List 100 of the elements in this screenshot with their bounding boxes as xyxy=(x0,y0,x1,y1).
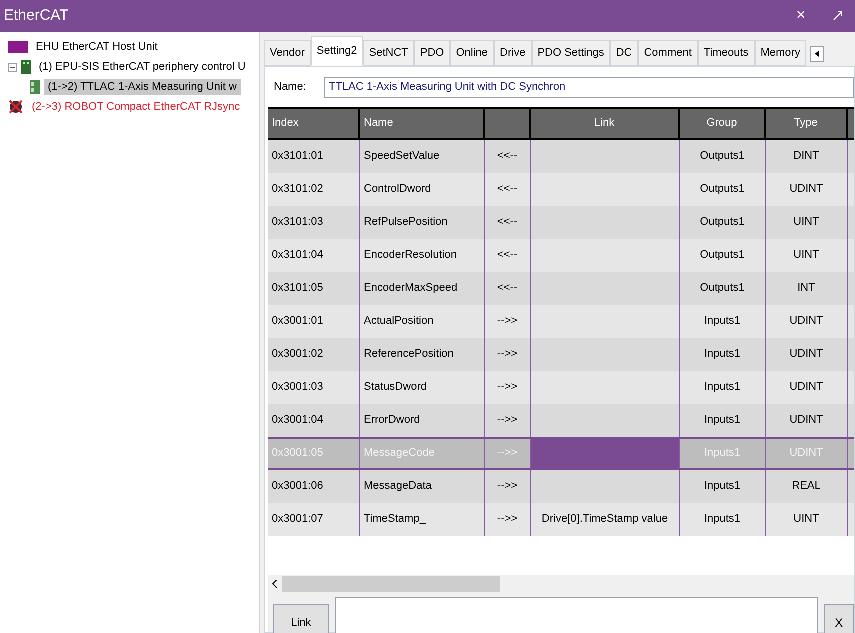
clear-button[interactable]: X xyxy=(824,604,854,633)
table-cell-text: Inputs1 xyxy=(704,479,741,494)
column-header[interactable]: Name xyxy=(360,109,485,138)
scroll-left-icon[interactable] xyxy=(272,580,278,588)
robot-icon xyxy=(8,100,24,114)
table-cell-text: 0x3001:07 xyxy=(272,512,324,528)
table-cell-text: StatusDword xyxy=(364,380,427,396)
table-cell-text: EncoderMaxSpeed xyxy=(364,281,458,296)
table-cell-text: Inputs1 xyxy=(704,512,741,528)
table-cell-text: Outputs1 xyxy=(700,281,745,296)
table-cell-text: 0x3001:06 xyxy=(272,479,324,494)
table-cell-text: DINT xyxy=(794,149,820,164)
table-row[interactable]: 0x3001:03 StatusDword -->> Inputs1 UDINT xyxy=(268,371,854,404)
table-cell-text: 0x3101:05 xyxy=(272,281,324,296)
table-cell-text: 0x3001:04 xyxy=(272,413,324,428)
table-row[interactable]: 0x3101:02 ControlDword <<-- Outputs1 UDINT xyxy=(268,173,854,206)
table-cell-text: UINT xyxy=(794,512,820,528)
table-cell-text: -->> xyxy=(497,380,518,396)
tree-item[interactable]: (1) EPU-SIS EtherCAT periphery control U xyxy=(35,58,250,76)
tab[interactable]: Vendor xyxy=(264,40,311,66)
tab[interactable]: PDO xyxy=(414,40,450,66)
tab[interactable]: Timeouts xyxy=(698,40,755,66)
table-cell-text: -->> xyxy=(497,512,518,528)
table-cell-text: Inputs1 xyxy=(704,314,741,330)
tree-item[interactable]: EHU EtherCAT Host Unit xyxy=(32,38,162,56)
close-button[interactable]: × xyxy=(781,0,821,32)
link-text-field[interactable] xyxy=(335,597,818,633)
tab[interactable]: Memory xyxy=(754,40,806,66)
table-cell-text: UDINT xyxy=(790,347,824,362)
table-cell-text: Inputs1 xyxy=(704,347,741,362)
tab[interactable]: Comment xyxy=(638,40,698,66)
name-field[interactable]: TTLAC 1-Axis Measuring Unit with DC Synchron xyxy=(324,76,854,98)
host-icon xyxy=(8,41,28,53)
table-cell-text: SpeedSetValue xyxy=(364,149,440,164)
table-cell-text: 0x3101:03 xyxy=(272,215,324,230)
scroll-left-icon xyxy=(815,51,820,57)
name-label: Name: xyxy=(273,80,308,95)
tab[interactable]: Setting2 xyxy=(310,36,364,66)
table-row[interactable]: 0x3001:02 ReferencePosition -->> Inputs1 UDINT xyxy=(268,338,854,371)
collapse-icon[interactable] xyxy=(8,62,17,72)
table-cell-text: EncoderResolution xyxy=(364,248,457,264)
table-cell-text: Outputs1 xyxy=(700,248,745,264)
module-icon xyxy=(30,80,40,94)
table-cell-text: 0x3101:02 xyxy=(272,182,324,198)
table-cell-text: Inputs1 xyxy=(704,413,741,428)
table-cell-text: 0x3101:01 xyxy=(272,149,324,164)
table-row[interactable]: 0x3001:06 MessageData -->> Inputs1 REAL xyxy=(268,470,854,503)
table-cell-text: -->> xyxy=(497,347,518,362)
table-cell-text: TimeStamp_ xyxy=(364,512,426,528)
table-row[interactable]: 0x3001:01 ActualPosition -->> Inputs1 UDINT xyxy=(268,305,854,338)
table-cell-text: RefPulsePosition xyxy=(364,215,448,230)
resize-icon[interactable] xyxy=(833,11,843,21)
table-cell-text: INT xyxy=(798,281,816,296)
table-row[interactable]: 0x3001:07 TimeStamp_ -->> Drive[0].TimeStamp value Inputs1 UINT xyxy=(268,503,854,536)
column-header[interactable]: Index xyxy=(268,109,360,138)
window-title: EtherCAT xyxy=(3,6,70,26)
tab[interactable]: Drive xyxy=(494,40,532,66)
table-cell-text: -->> xyxy=(497,314,518,330)
table-cell-text: UINT xyxy=(794,248,820,264)
scroll-left-button[interactable] xyxy=(810,46,824,62)
table-cell-text: UDINT xyxy=(790,413,824,428)
link-button[interactable]: Link xyxy=(273,604,330,633)
table-cell-text: -->> xyxy=(497,479,518,494)
table-row[interactable]: 0x3101:04 EncoderResolution <<-- Outputs1 UINT xyxy=(268,239,854,272)
table-cell-text: 0x3101:04 xyxy=(272,248,324,264)
table-cell-text: Outputs1 xyxy=(700,182,745,198)
scrollbar-thumb[interactable] xyxy=(282,576,500,592)
table-cell-text: 0x3001:02 xyxy=(272,347,324,362)
tree-item[interactable]: (2->3) ROBOT Compact EtherCAT RJsync xyxy=(28,98,244,116)
table-row[interactable]: 0x3101:01 SpeedSetValue <<-- Outputs1 DINT xyxy=(268,140,854,173)
horizontal-scrollbar[interactable] xyxy=(268,575,854,592)
device-icon xyxy=(21,60,31,74)
table-cell-text: ControlDword xyxy=(364,182,432,198)
table-cell-text: MessageData xyxy=(364,479,432,494)
table-cell-text: UDINT xyxy=(790,182,824,198)
table-cell-text: <<-- xyxy=(497,281,518,296)
table-cell-text: UINT xyxy=(794,215,820,230)
tree-item[interactable]: (1->2) TTLAC 1-Axis Measuring Unit w xyxy=(44,78,241,96)
table-cell-text: UDINT xyxy=(790,380,824,396)
tab[interactable]: DC xyxy=(610,40,638,66)
column-header[interactable]: Group xyxy=(680,109,766,138)
table-cell-text: ErrorDword xyxy=(364,413,420,428)
tab[interactable]: SetNCT xyxy=(363,40,414,66)
table-cell-text: ReferencePosition xyxy=(364,347,454,362)
table-row[interactable]: 0x3101:05 EncoderMaxSpeed <<-- Outputs1 INT xyxy=(268,272,854,305)
table-cell-text: Inputs1 xyxy=(704,380,741,396)
table-row[interactable]: 0x3101:03 RefPulsePosition <<-- Outputs1 UINT xyxy=(268,206,854,239)
table-cell-text: 0x3001:01 xyxy=(272,314,324,330)
table-cell-text: Drive[0].TimeStamp value xyxy=(542,512,668,528)
table-cell-text: <<-- xyxy=(497,248,518,264)
table-row[interactable]: 0x3001:04 ErrorDword -->> Inputs1 UDINT xyxy=(268,404,854,437)
column-header[interactable]: Type xyxy=(766,109,848,138)
table-cell-text: -->> xyxy=(497,446,518,462)
table-cell-text: REAL xyxy=(792,479,821,494)
column-header[interactable]: Link xyxy=(531,109,680,138)
table-cell-text: <<-- xyxy=(497,215,518,230)
table-cell-text: -->> xyxy=(497,413,518,428)
tab[interactable]: Online xyxy=(450,40,494,66)
tab[interactable]: PDO Settings xyxy=(532,40,610,66)
table-cell-text: UDINT xyxy=(790,314,824,330)
